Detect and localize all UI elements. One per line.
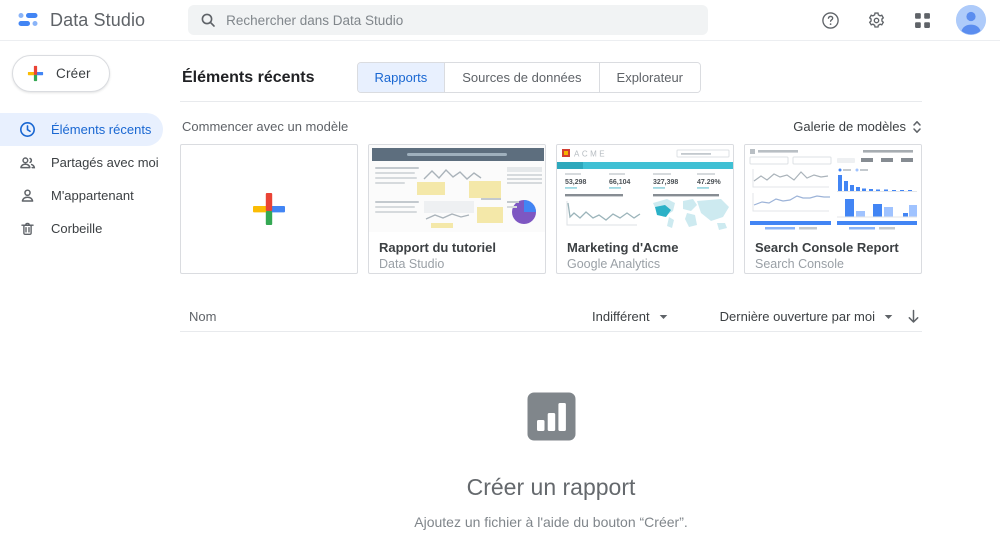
acme-kpi: 47.29%	[697, 179, 722, 186]
template-card-subtitle: Google Analytics	[567, 256, 723, 272]
template-card-rapport-vide[interactable]: Rapport vide Data Studio	[180, 144, 358, 274]
sort-direction-arrow-down-icon[interactable]	[907, 309, 920, 324]
gallery-button-label: Galerie de modèles	[793, 119, 906, 134]
create-button[interactable]: Créer	[12, 55, 110, 92]
sidebar-item-corbeille[interactable]: Corbeille	[0, 212, 163, 245]
sidebar-item-elements-recents[interactable]: Éléments récents	[0, 113, 163, 146]
caret-down-icon	[884, 314, 893, 320]
bar-chart-icon	[527, 392, 576, 441]
acme-kpi: 53,298	[565, 179, 587, 186]
sidebar-item-label: Corbeille	[51, 221, 102, 236]
plus-icon	[251, 191, 287, 227]
page-title: Éléments récents	[182, 69, 315, 87]
template-thumbnail-blank	[181, 145, 357, 273]
settings-gear-icon[interactable]	[864, 8, 888, 32]
template-thumbnail-search-console	[745, 145, 921, 232]
app-logo[interactable]: Data Studio	[16, 9, 145, 31]
template-card-search-console-report[interactable]: Search Console Report Search Console	[744, 144, 922, 274]
svg-text:ACME: ACME	[574, 150, 607, 159]
sidebar-item-label: Éléments récents	[51, 122, 151, 137]
app-name: Data Studio	[50, 10, 145, 31]
template-card-title: Search Console Report	[755, 239, 911, 256]
sidebar-item-label: M'appartenant	[51, 188, 134, 203]
trash-icon	[19, 220, 36, 237]
data-studio-logo-icon	[16, 9, 40, 31]
search-input[interactable]	[226, 13, 696, 28]
template-card-marketing-acme[interactable]: ACME 53,298 66,104 327,398 47.29%	[556, 144, 734, 274]
template-thumbnail-tutorial	[369, 145, 545, 232]
sidebar-item-partages-avec-moi[interactable]: Partagés avec moi	[0, 146, 163, 179]
unfold-more-icon	[912, 120, 922, 134]
acme-kpi: 66,104	[609, 179, 631, 186]
topbar: Data Studio	[0, 0, 1000, 41]
filter-dropdown-label: Indifférent	[592, 309, 650, 324]
empty-state: Créer un rapport Ajoutez un fichier à l'…	[180, 392, 922, 530]
template-thumbnail-acme: ACME 53,298 66,104 327,398 47.29%	[557, 145, 733, 232]
plus-icon	[26, 64, 45, 83]
empty-state-subtitle: Ajoutez un fichier à l'aide du bouton “C…	[414, 514, 688, 530]
tab-sources-de-donnees[interactable]: Sources de données	[444, 63, 598, 92]
people-icon	[19, 154, 36, 171]
file-list-header: Nom Indifférent Dernière ouverture par m…	[180, 302, 922, 332]
column-header-nom: Nom	[189, 309, 216, 324]
filter-dropdown[interactable]: Indifférent	[592, 309, 668, 324]
search-bar[interactable]	[188, 5, 708, 35]
templates-heading: Commencer avec un modèle	[182, 119, 348, 134]
sidebar-item-m-appartenant[interactable]: M'appartenant	[0, 179, 163, 212]
sort-dropdown-label: Dernière ouverture par moi	[720, 309, 875, 324]
tab-rapports[interactable]: Rapports	[358, 63, 445, 92]
template-card-title: Marketing d'Acme	[567, 239, 723, 256]
tab-explorateur[interactable]: Explorateur	[599, 63, 700, 92]
template-card-subtitle: Data Studio	[379, 256, 535, 272]
sort-dropdown[interactable]: Dernière ouverture par moi	[720, 309, 893, 324]
clock-icon	[19, 121, 36, 138]
template-gallery-button[interactable]: Galerie de modèles	[793, 119, 922, 134]
avatar[interactable]	[956, 5, 986, 35]
divider	[180, 101, 922, 102]
main-content: Éléments récents Rapports Sources de don…	[180, 41, 922, 530]
template-cards-row: Rapport vide Data Studio	[180, 144, 922, 274]
tab-group: Rapports Sources de données Explorateur	[357, 62, 702, 93]
create-button-label: Créer	[56, 66, 91, 81]
template-card-rapport-du-tutoriel[interactable]: Rapport du tutoriel Data Studio	[368, 144, 546, 274]
caret-down-icon	[659, 314, 668, 320]
person-icon	[19, 187, 36, 204]
sidebar-item-label: Partagés avec moi	[51, 155, 159, 170]
sidebar: Créer Éléments récents Partagés avec moi	[0, 41, 180, 245]
empty-state-title: Créer un rapport	[467, 474, 636, 501]
template-card-title: Rapport du tutoriel	[379, 239, 535, 256]
help-icon[interactable]	[818, 8, 842, 32]
search-icon	[200, 12, 216, 28]
template-card-subtitle: Search Console	[755, 256, 911, 272]
apps-grid-icon[interactable]	[910, 8, 934, 32]
acme-kpi: 327,398	[653, 179, 678, 186]
